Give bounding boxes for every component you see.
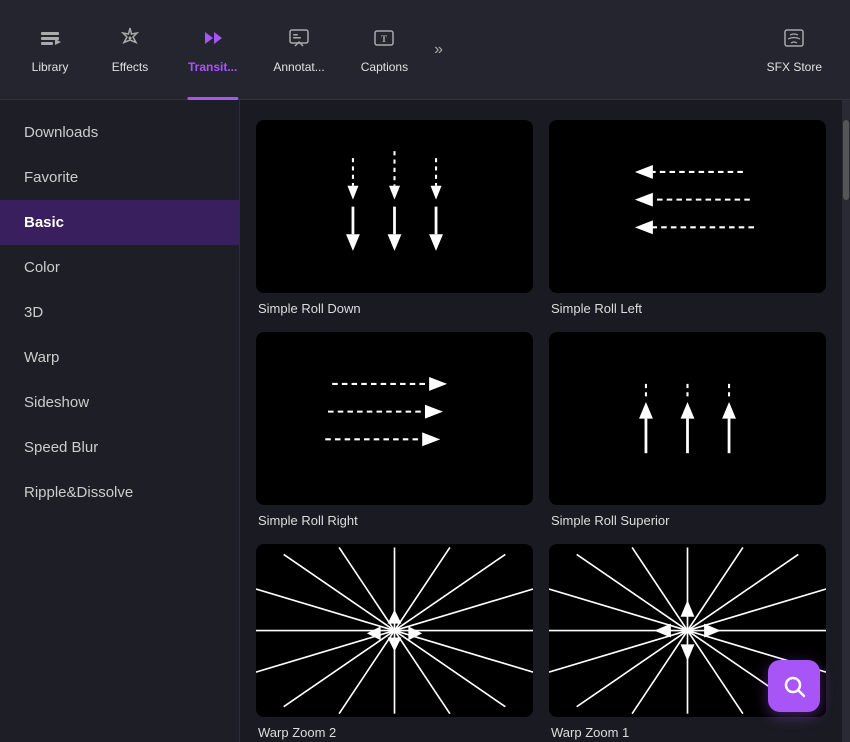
nav-annotations[interactable]: Annotat... xyxy=(255,10,342,90)
main-layout: Downloads Favorite Basic Color 3D Warp S… xyxy=(0,100,850,742)
transition-thumb-warp-zoom-2 xyxy=(256,544,533,717)
svg-text:T: T xyxy=(381,34,387,44)
sidebar-item-sideshow[interactable]: Sideshow xyxy=(0,380,239,425)
nav-captions-label: Captions xyxy=(361,60,408,74)
more-icon: » xyxy=(434,41,443,59)
transition-card-warp-zoom-2[interactable]: Warp Zoom 2 xyxy=(256,544,533,740)
transition-label-simple-roll-left: Simple Roll Left xyxy=(549,301,826,316)
transition-card-simple-roll-down[interactable]: Simple Roll Down xyxy=(256,120,533,316)
sidebar-item-downloads[interactable]: Downloads xyxy=(0,110,239,155)
sfx-icon xyxy=(782,26,806,54)
sidebar-item-ripple[interactable]: Ripple&Dissolve xyxy=(0,470,239,515)
transition-thumb-simple-roll-down xyxy=(256,120,533,293)
nav-annotations-label: Annotat... xyxy=(273,60,324,74)
transition-card-simple-roll-left[interactable]: Simple Roll Left xyxy=(549,120,826,316)
transition-label-warp-zoom-2: Warp Zoom 2 xyxy=(256,725,533,740)
search-button[interactable] xyxy=(768,660,820,712)
nav-more[interactable]: » xyxy=(426,31,451,69)
sidebar-item-3d[interactable]: 3D xyxy=(0,290,239,335)
transition-thumb-simple-roll-right xyxy=(256,332,533,505)
nav-transitions-label: Transit... xyxy=(188,60,237,74)
scrollbar-track[interactable] xyxy=(842,100,850,742)
sidebar-item-warp[interactable]: Warp xyxy=(0,335,239,380)
transitions-icon xyxy=(201,26,225,54)
library-icon xyxy=(38,26,62,54)
nav-transitions[interactable]: Transit... xyxy=(170,10,255,90)
sidebar-item-speedblur[interactable]: Speed Blur xyxy=(0,425,239,470)
nav-sfx-label: SFX Store xyxy=(767,60,822,74)
scrollbar-thumb[interactable] xyxy=(843,120,849,200)
annotations-icon xyxy=(287,26,311,54)
top-nav: Library Effects Transit... xyxy=(0,0,850,100)
transition-card-simple-roll-superior[interactable]: Simple Roll Superior xyxy=(549,332,826,528)
nav-sfx[interactable]: SFX Store xyxy=(749,10,840,90)
transition-label-warp-zoom-1: Warp Zoom 1 xyxy=(549,725,826,740)
transition-label-simple-roll-down: Simple Roll Down xyxy=(256,301,533,316)
sidebar-item-favorite[interactable]: Favorite xyxy=(0,155,239,200)
captions-icon: T xyxy=(372,26,396,54)
transition-thumb-simple-roll-superior xyxy=(549,332,826,505)
transitions-content: Simple Roll Down Simple Roll Left xyxy=(240,100,842,742)
transition-label-simple-roll-right: Simple Roll Right xyxy=(256,513,533,528)
transition-card-simple-roll-right[interactable]: Simple Roll Right xyxy=(256,332,533,528)
effects-icon xyxy=(118,26,142,54)
transitions-grid: Simple Roll Down Simple Roll Left xyxy=(256,120,826,742)
nav-captions[interactable]: T Captions xyxy=(343,10,426,90)
nav-library-label: Library xyxy=(32,60,69,74)
transition-label-simple-roll-superior: Simple Roll Superior xyxy=(549,513,826,528)
transition-thumb-simple-roll-left xyxy=(549,120,826,293)
nav-effects-label: Effects xyxy=(112,60,148,74)
sidebar-item-color[interactable]: Color xyxy=(0,245,239,290)
nav-effects[interactable]: Effects xyxy=(90,10,170,90)
sidebar: Downloads Favorite Basic Color 3D Warp S… xyxy=(0,100,240,742)
nav-library[interactable]: Library xyxy=(10,10,90,90)
sidebar-item-basic[interactable]: Basic xyxy=(0,200,239,245)
